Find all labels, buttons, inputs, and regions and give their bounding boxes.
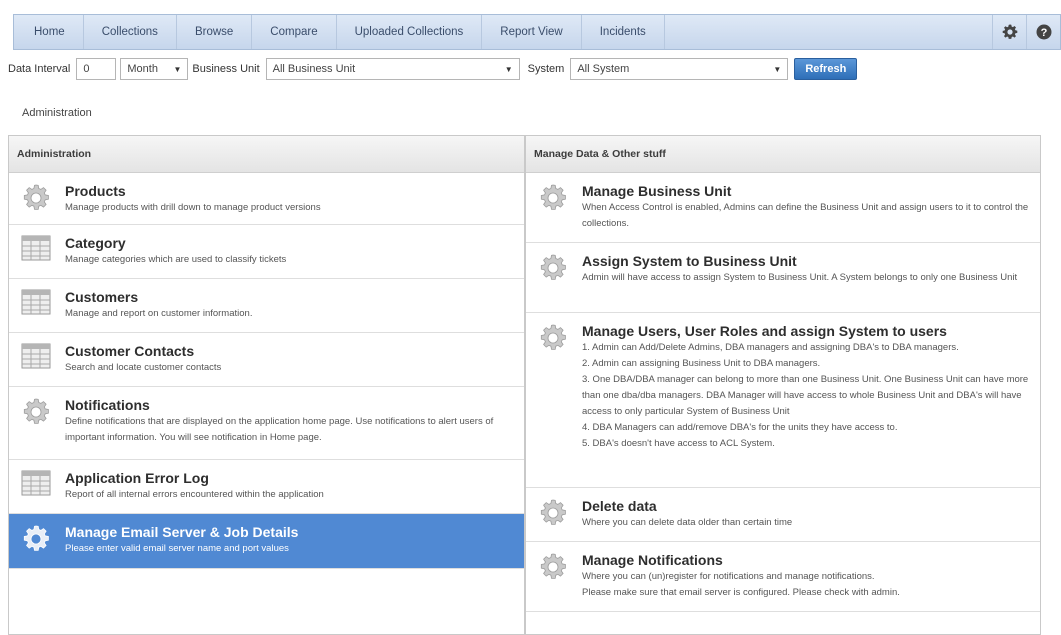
item-title: Category bbox=[65, 235, 126, 251]
chevron-down-icon: ▼ bbox=[773, 64, 782, 74]
item-description: When Access Control is enabled, Admins c… bbox=[582, 202, 1029, 229]
admin-item-assign-system-to-business-unit[interactable]: Assign System to Business Unit Admin will… bbox=[526, 243, 1040, 313]
svg-text:?: ? bbox=[1040, 27, 1047, 39]
administration-panel: Administration Products Manage products w… bbox=[8, 135, 525, 635]
item-description: Manage products with drill down to manag… bbox=[65, 202, 321, 213]
admin-item-notifications[interactable]: Notifications Define notifications that a… bbox=[9, 387, 524, 460]
business-unit-label: Business Unit bbox=[192, 63, 260, 75]
gear-icon bbox=[19, 397, 53, 431]
item-description: Where you can (un)register for notificat… bbox=[582, 571, 900, 598]
gear-icon bbox=[19, 183, 53, 217]
system-value: All System bbox=[577, 63, 630, 75]
data-interval-value: 0 bbox=[83, 63, 90, 75]
item-title: Customer Contacts bbox=[65, 343, 195, 359]
nav-compare[interactable]: Compare bbox=[252, 15, 337, 49]
item-title: Application Error Log bbox=[65, 470, 209, 486]
item-description: Report of all internal errors encountere… bbox=[65, 489, 324, 500]
item-description: 1. Admin can Add/Delete Admins, DBA mana… bbox=[582, 342, 1029, 449]
item-title: Manage Notifications bbox=[582, 552, 723, 568]
nav-home[interactable]: Home bbox=[14, 15, 84, 49]
item-description: Manage and report on customer informatio… bbox=[65, 308, 253, 319]
gear-icon bbox=[536, 253, 570, 287]
business-unit-value: All Business Unit bbox=[272, 63, 356, 75]
system-select[interactable]: All System ▼ bbox=[570, 58, 789, 80]
item-title: Delete data bbox=[582, 498, 657, 514]
gear-icon[interactable] bbox=[992, 15, 1026, 49]
nav-browse[interactable]: Browse bbox=[177, 15, 253, 49]
table-icon bbox=[19, 289, 53, 323]
gear-icon bbox=[536, 183, 570, 217]
nav-uploaded-collections[interactable]: Uploaded Collections bbox=[337, 15, 483, 49]
item-title: Manage Business Unit bbox=[582, 183, 732, 199]
system-label: System bbox=[527, 63, 565, 75]
top-navigation: Home Collections Browse Compare Uploaded… bbox=[13, 14, 1061, 50]
nav-incidents[interactable]: Incidents bbox=[582, 15, 665, 49]
breadcrumb: Administration bbox=[22, 107, 92, 119]
table-icon bbox=[19, 343, 53, 377]
chevron-down-icon: ▼ bbox=[173, 64, 182, 74]
item-description: Manage categories which are used to clas… bbox=[65, 254, 287, 265]
table-icon bbox=[19, 235, 53, 269]
data-interval-input[interactable]: 0 bbox=[76, 58, 117, 80]
item-title: Products bbox=[65, 183, 126, 199]
item-title: Notifications bbox=[65, 397, 150, 413]
admin-item-manage-notifications[interactable]: Manage Notifications Where you can (un)re… bbox=[526, 542, 1040, 612]
admin-item-application-error-log[interactable]: Application Error Log Report of all inter… bbox=[9, 460, 524, 514]
period-select[interactable]: Month ▼ bbox=[120, 58, 189, 80]
gear-icon bbox=[536, 498, 570, 532]
admin-item-customer-contacts[interactable]: Customer Contacts Search and locate custo… bbox=[9, 333, 524, 387]
item-title: Manage Users, User Roles and assign Syst… bbox=[582, 323, 947, 339]
data-interval-label: Data Interval bbox=[8, 63, 71, 75]
admin-item-manage-users-user-roles-and-assign-system-to-users[interactable]: Manage Users, User Roles and assign Syst… bbox=[526, 313, 1040, 488]
item-description: Where you can delete data older than cer… bbox=[582, 517, 793, 528]
item-description: Admin will have access to assign System … bbox=[582, 272, 1018, 283]
period-value: Month bbox=[127, 63, 158, 75]
chevron-down-icon: ▼ bbox=[504, 64, 513, 74]
item-description: Please enter valid email server name and… bbox=[65, 543, 289, 554]
panel-title: Administration bbox=[9, 136, 524, 173]
panel-title: Manage Data & Other stuff bbox=[526, 136, 1040, 173]
item-title: Customers bbox=[65, 289, 139, 305]
gear-icon bbox=[19, 524, 53, 558]
nav-report-view[interactable]: Report View bbox=[482, 15, 582, 49]
table-icon bbox=[19, 470, 53, 504]
admin-item-manage-email-server-and-job-details[interactable]: Manage Email Server & Job Details Please … bbox=[9, 514, 524, 569]
manage-data-panel: Manage Data & Other stuff Manage Busines… bbox=[525, 135, 1041, 635]
help-icon[interactable]: ? bbox=[1026, 15, 1060, 49]
admin-item-manage-business-unit[interactable]: Manage Business Unit When Access Control … bbox=[526, 173, 1040, 243]
item-title: Manage Email Server & Job Details bbox=[65, 524, 299, 540]
gear-icon bbox=[536, 323, 570, 357]
admin-item-products[interactable]: Products Manage products with drill down … bbox=[9, 173, 524, 225]
item-title: Assign System to Business Unit bbox=[582, 253, 797, 269]
nav-collections[interactable]: Collections bbox=[84, 15, 177, 49]
refresh-button[interactable]: Refresh bbox=[794, 58, 858, 80]
business-unit-select[interactable]: All Business Unit ▼ bbox=[265, 58, 520, 80]
admin-item-delete-data[interactable]: Delete data Where you can delete data old… bbox=[526, 488, 1040, 542]
filter-bar: Data Interval 0 Month ▼ Business Unit Al… bbox=[8, 56, 858, 82]
item-description: Search and locate customer contacts bbox=[65, 362, 222, 373]
gear-icon bbox=[536, 552, 570, 586]
admin-item-customers[interactable]: Customers Manage and report on customer i… bbox=[9, 279, 524, 333]
item-description: Define notifications that are displayed … bbox=[65, 416, 494, 443]
admin-item-category[interactable]: Category Manage categories which are used… bbox=[9, 225, 524, 279]
